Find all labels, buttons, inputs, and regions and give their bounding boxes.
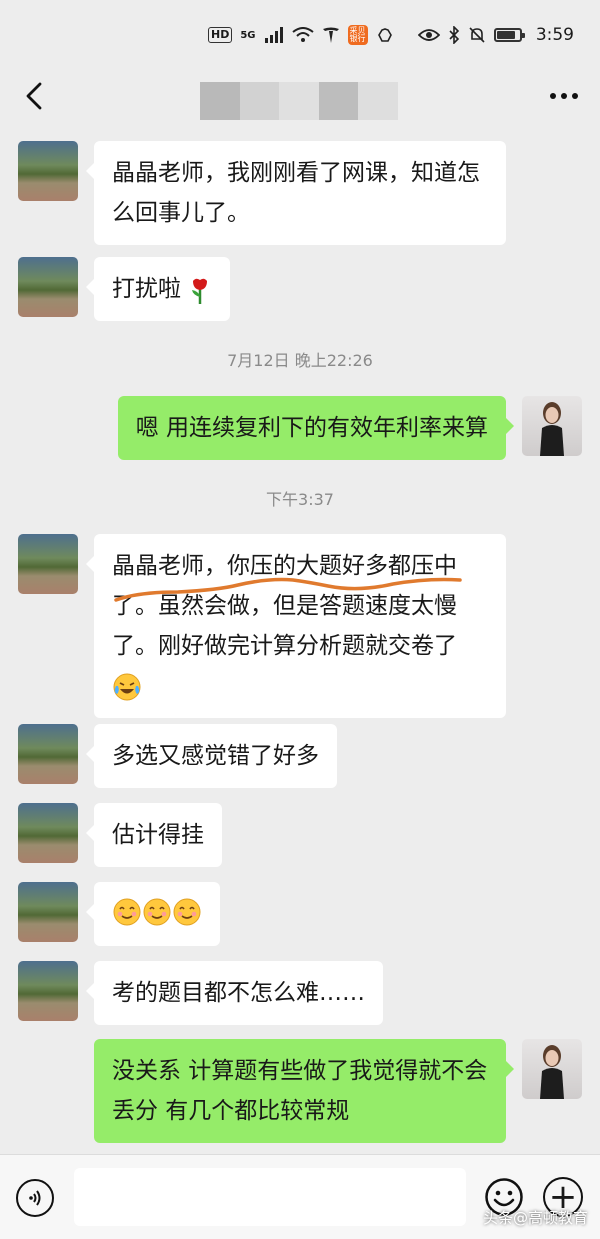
person-photo-icon: [540, 402, 564, 456]
friend-avatar[interactable]: [18, 534, 78, 594]
more-button[interactable]: [542, 74, 586, 118]
message-bubble[interactable]: 没关系 计算题有些做了我觉得就不会丢分 有几个都比较常规: [94, 1039, 514, 1143]
more-dots-icon: [550, 93, 578, 99]
bluetooth-icon: [449, 26, 459, 44]
message-row: 打扰啦: [18, 257, 246, 321]
eye-icon: [417, 29, 440, 41]
watermark: 头条@高顿教育: [482, 1209, 588, 1227]
message-bubble[interactable]: 嗯 用连续复利下的有效年利率来算: [117, 396, 515, 460]
message-bubble[interactable]: 晶晶老师，你压的大题好多都压中了。虽然会做，但是答题速度太慢了。刚好做完计算分析…: [86, 534, 506, 718]
rose-icon: [192, 278, 208, 304]
message-row: 晶晶老师，你压的大题好多都压中了。虽然会做，但是答题速度太慢了。刚好做完计算分析…: [18, 534, 522, 718]
network-label: 5G: [240, 29, 256, 41]
app-badge: 采贝 银行: [347, 25, 368, 45]
mosaic-block: [358, 82, 398, 120]
timestamp: 下午3:37: [266, 490, 334, 509]
message-row: 考的题目都不怎么难……: [18, 961, 399, 1025]
friend-avatar[interactable]: [18, 257, 78, 317]
message-bubble[interactable]: [86, 882, 220, 946]
signal-icon: [264, 27, 283, 43]
clock: 3:59: [535, 25, 574, 45]
message-bubble[interactable]: 多选又感觉错了好多: [86, 724, 337, 788]
status-bar: HD 5G 采贝 银行 3:59: [0, 0, 600, 70]
back-button[interactable]: [14, 74, 54, 118]
message-bubble[interactable]: 打扰啦: [85, 257, 231, 321]
battery-icon: [493, 28, 525, 42]
message-text: 晶晶老师，你压的大题好多都压中了。虽然会做，但是答题速度太慢了。刚好做完计算分析…: [112, 553, 457, 659]
timestamp: 7月12日 晚上22:26: [227, 351, 373, 370]
message-row: 没关系 计算题有些做了我觉得就不会丢分 有几个都比较常规: [78, 1039, 582, 1143]
status-right: 3:59: [417, 25, 574, 45]
status-left: HD 5G 采贝 银行: [208, 25, 394, 45]
wifi-icon: [291, 27, 314, 42]
friend-avatar[interactable]: [18, 961, 78, 1021]
person-photo-icon: [540, 1045, 564, 1099]
message-row: 多选又感觉错了好多: [18, 724, 353, 788]
message-text: 估计得挂: [112, 822, 204, 848]
laugh-cry-emoji-icon: [113, 673, 141, 700]
mute-bell-icon: [469, 27, 485, 43]
my-avatar[interactable]: [522, 396, 582, 456]
hand-icon: [377, 28, 392, 42]
message-bubble[interactable]: 考的题目都不怎么难……: [86, 961, 383, 1025]
friend-avatar[interactable]: [18, 882, 78, 942]
message-row: 晶晶老师，我刚刚看了网课，知道怎么回事儿了。: [18, 141, 522, 245]
tesla-icon: [322, 27, 339, 43]
message-row: 嗯 用连续复利下的有效年利率来算: [102, 396, 582, 460]
mosaic-block: [239, 82, 280, 120]
mosaic-block: [279, 82, 319, 120]
message-text: 考的题目都不怎么难……: [112, 980, 365, 1006]
message-text: 嗯 用连续复利下的有效年利率来算: [135, 415, 488, 441]
contact-name-redacted: [200, 82, 398, 120]
my-avatar[interactable]: [522, 1039, 582, 1099]
message-text: 没关系 计算题有些做了我觉得就不会丢分 有几个都比较常规: [112, 1058, 488, 1124]
friend-avatar[interactable]: [18, 803, 78, 863]
friend-avatar[interactable]: [18, 724, 78, 784]
message-input[interactable]: [74, 1168, 466, 1226]
message-bubble[interactable]: 晶晶老师，我刚刚看了网课，知道怎么回事儿了。: [86, 141, 506, 245]
mosaic-block: [318, 82, 359, 120]
voice-icon: [29, 1190, 41, 1206]
chat-header: [0, 70, 600, 122]
smile-emoji-icon: [113, 898, 201, 926]
message-text: 打扰啦: [112, 276, 181, 302]
message-bubble[interactable]: 估计得挂: [86, 803, 222, 867]
chevron-left-icon: [26, 82, 42, 110]
hd-badge: HD: [208, 27, 233, 43]
friend-avatar[interactable]: [18, 141, 78, 201]
mosaic-block: [200, 82, 240, 120]
message-text: 晶晶老师，我刚刚看了网课，知道怎么回事儿了。: [112, 160, 480, 226]
voice-button[interactable]: [16, 1179, 54, 1217]
message-row: 估计得挂: [18, 803, 238, 867]
message-text: 多选又感觉错了好多: [112, 743, 319, 769]
message-row: [18, 882, 236, 946]
